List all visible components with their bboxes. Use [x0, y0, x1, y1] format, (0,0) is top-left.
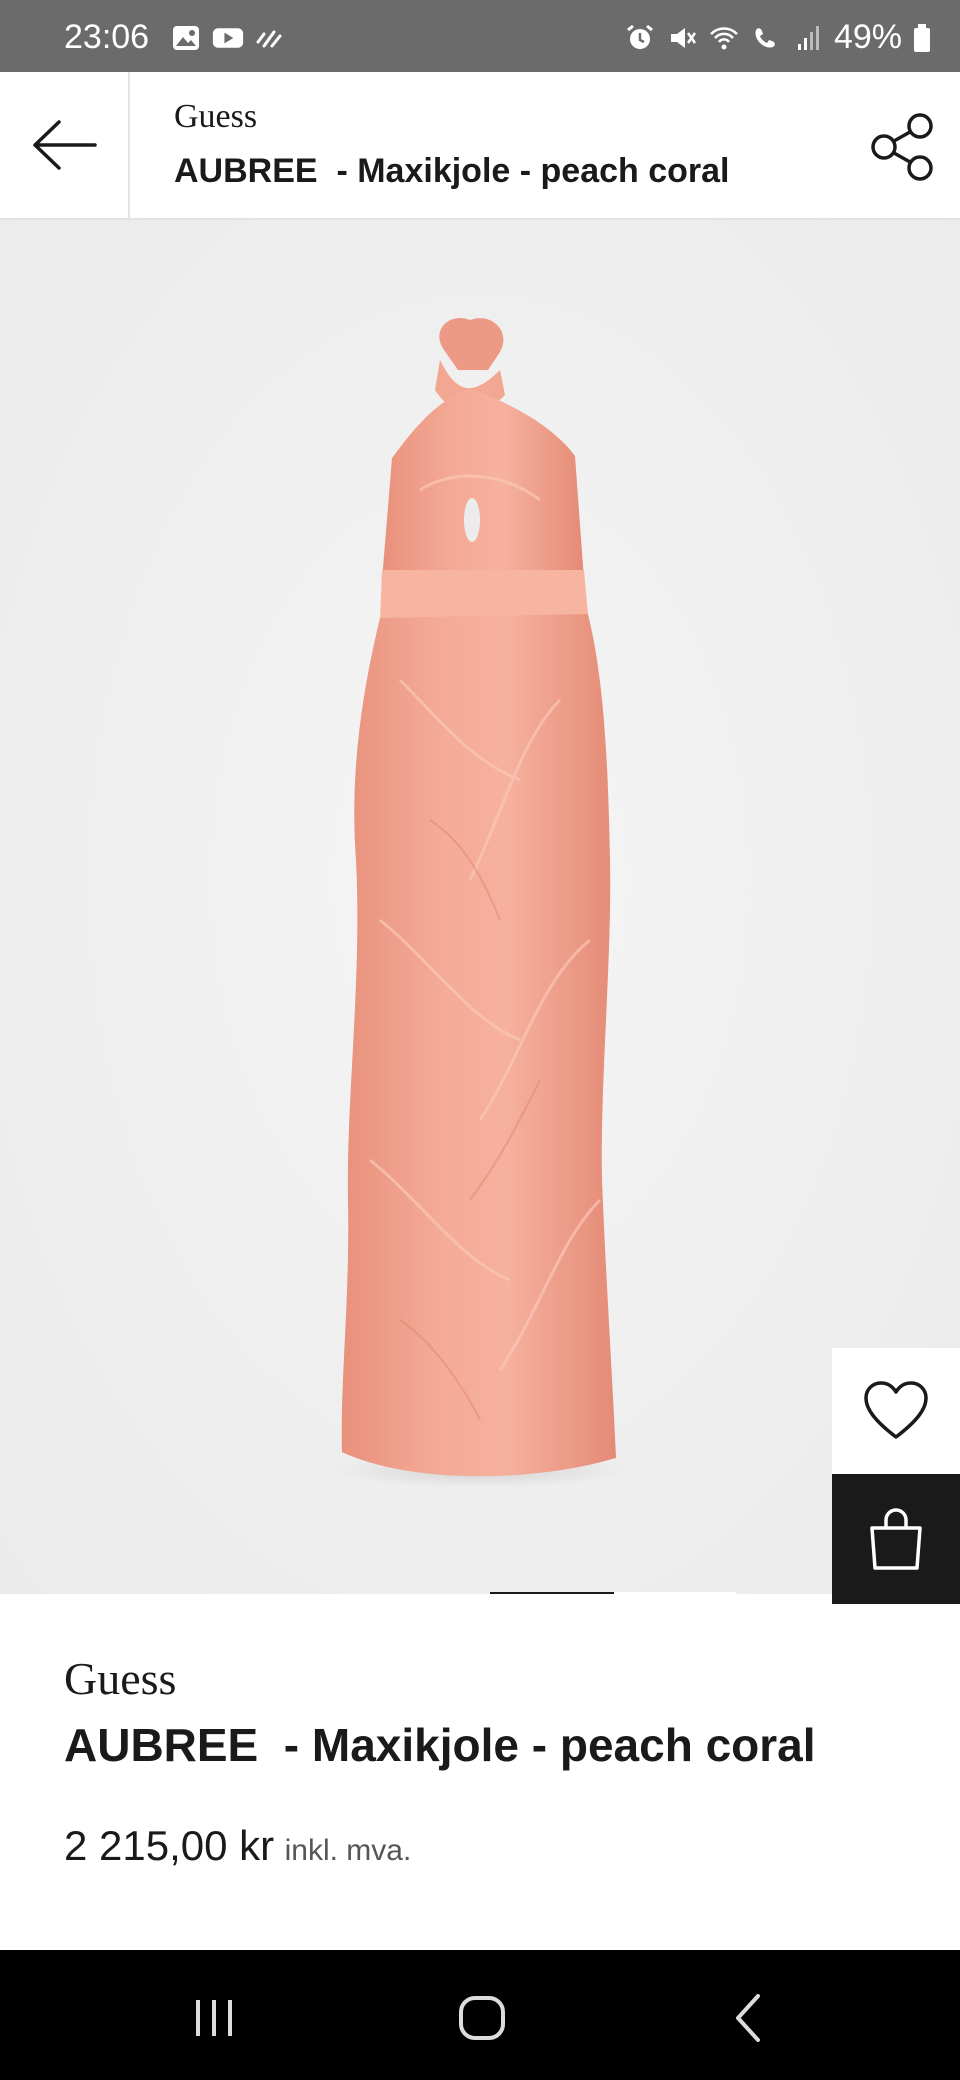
product-brand[interactable]: Guess	[64, 1652, 176, 1705]
product-image-area[interactable]	[0, 220, 960, 1594]
home-icon[interactable]	[452, 1988, 512, 2048]
status-right: 49%	[624, 18, 932, 57]
share-icon[interactable]	[868, 112, 938, 182]
back-button[interactable]	[0, 72, 130, 218]
gallery-icon	[173, 26, 199, 50]
wishlist-button[interactable]	[832, 1348, 960, 1474]
header-brand: Guess	[174, 98, 258, 135]
product-image-dress	[330, 318, 630, 1488]
status-bar: 23:06 49%	[0, 0, 960, 72]
pager-indicator	[614, 1592, 736, 1594]
wifi-call-icon	[755, 27, 775, 48]
system-nav-bar	[0, 1950, 960, 2080]
product-title: AUBREE - Maxikjole - peach coral	[64, 1719, 816, 1771]
activity-icon	[256, 30, 282, 48]
mute-icon	[670, 27, 696, 48]
add-to-bag-button[interactable]	[832, 1474, 960, 1604]
price-vat-note: inkl. mva.	[284, 1834, 412, 1867]
signal-icon	[797, 25, 819, 50]
shopping-bag-icon	[870, 1508, 922, 1570]
product-header: Guess AUBREE - Maxikjole - peach coral	[0, 72, 960, 220]
image-pager	[490, 1592, 736, 1594]
status-left-icons	[170, 22, 286, 54]
pager-indicator-active	[490, 1592, 614, 1594]
youtube-icon	[212, 28, 244, 48]
recent-apps-icon[interactable]	[184, 1988, 244, 2048]
wifi-icon	[710, 26, 738, 49]
header-title: AUBREE - Maxikjole - peach coral	[174, 152, 730, 190]
status-time: 23:06	[64, 18, 150, 56]
product-price: 2 215,00 kr inkl. mva.	[64, 1822, 411, 1870]
price-value: 2 215,00 kr	[64, 1822, 275, 1869]
battery-icon	[914, 23, 930, 52]
arrow-left-icon	[33, 120, 97, 170]
battery-percentage: 49%	[833, 18, 902, 56]
back-icon[interactable]	[720, 1988, 780, 2048]
heart-icon	[864, 1381, 928, 1439]
alarm-icon	[627, 24, 653, 49]
